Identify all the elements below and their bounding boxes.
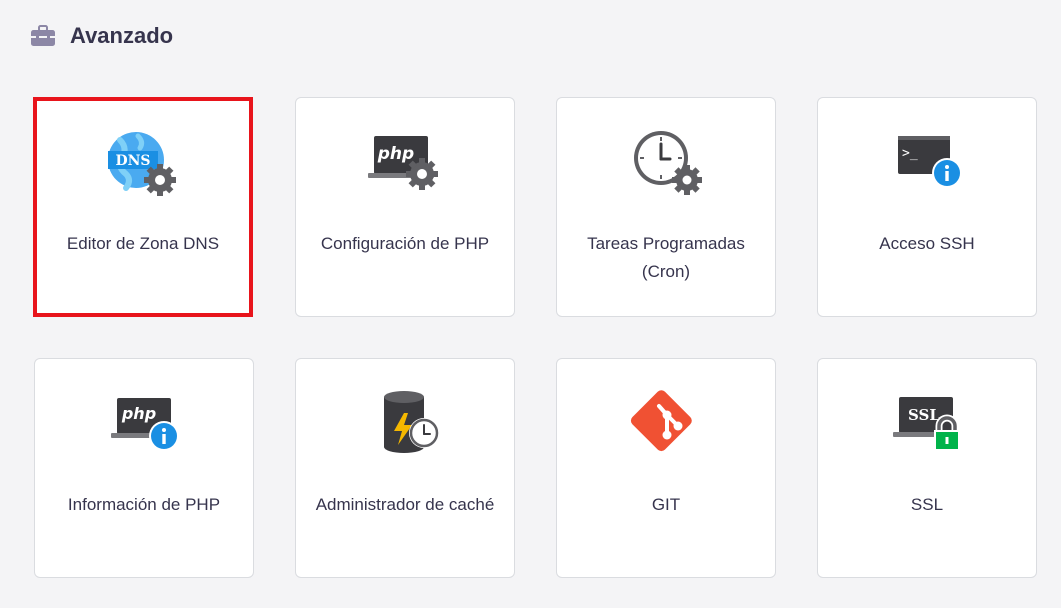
section-header: Avanzado — [30, 20, 173, 52]
git-icon — [630, 390, 692, 452]
card-php-config[interactable]: php Configuración de PHP — [295, 97, 515, 317]
card-label: GIT — [651, 495, 681, 514]
svg-text:SSL: SSL — [908, 406, 940, 424]
section-title: Avanzado — [70, 23, 174, 48]
svg-text:php: php — [121, 404, 156, 423]
terminal-info-icon: >_ — [898, 136, 962, 188]
card-label: Editor de Zona DNS — [66, 234, 220, 253]
cache-database-icon — [384, 391, 439, 453]
ssl-lock-icon: SSL — [893, 397, 960, 450]
clock-gear-icon — [634, 131, 702, 195]
card-dns-zone-editor[interactable]: DNS Editor de Zona DNS — [33, 97, 253, 317]
svg-text:DNS: DNS — [115, 153, 150, 169]
card-label: Tareas Programadas (Cron) — [587, 234, 745, 281]
toolbox-icon — [31, 25, 55, 46]
card-label: SSL — [910, 495, 944, 514]
svg-text:php: php — [377, 144, 414, 164]
card-ssh-access[interactable]: >_ Acceso SSH — [817, 97, 1037, 317]
card-cache-manager[interactable]: Administrador de caché — [295, 358, 515, 578]
card-label: Configuración de PHP — [320, 234, 490, 253]
php-info-icon: php — [111, 398, 179, 451]
card-label: Acceso SSH — [879, 234, 975, 253]
dns-gear-icon: DNS — [108, 132, 176, 196]
card-git[interactable]: GIT — [556, 358, 776, 578]
card-label: Información de PHP — [67, 495, 221, 514]
card-label: Administrador de caché — [315, 495, 495, 514]
php-gear-icon: php — [368, 136, 438, 190]
card-php-info[interactable]: php Información de PHP — [34, 358, 254, 578]
card-cron-jobs[interactable]: Tareas Programadas (Cron) — [556, 97, 776, 317]
svg-text:>_: >_ — [902, 146, 918, 161]
card-ssl[interactable]: SSL SSL — [817, 358, 1037, 578]
